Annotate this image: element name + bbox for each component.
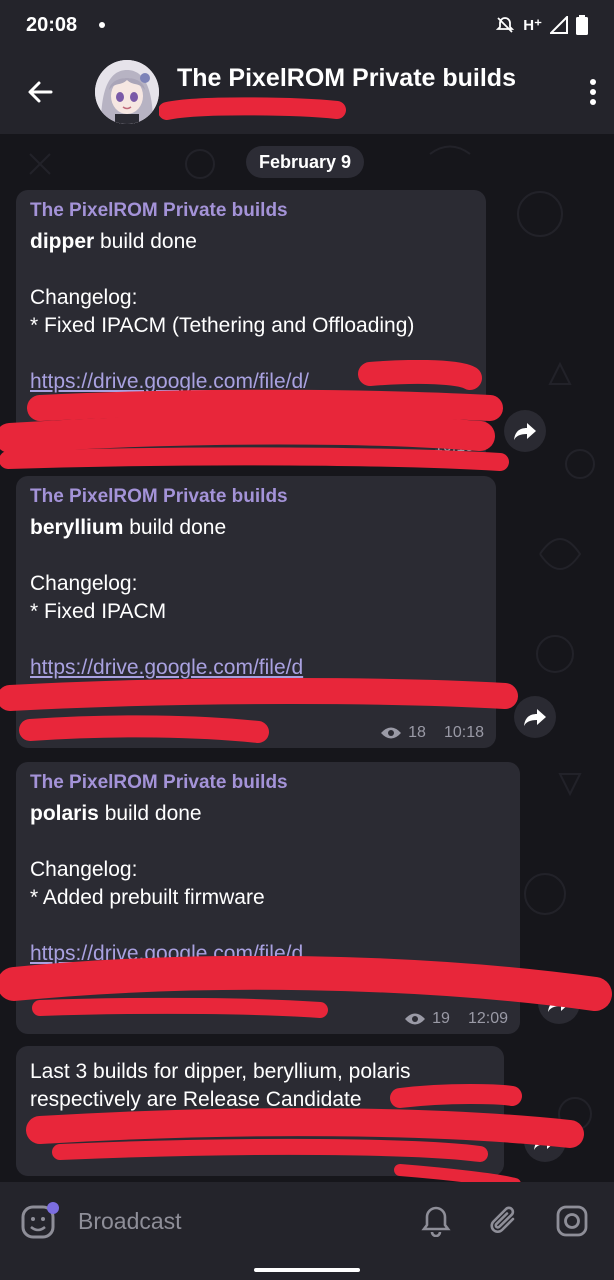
view-count: 18 xyxy=(408,724,426,741)
forward-button[interactable] xyxy=(538,982,580,1024)
signal-icon xyxy=(550,16,568,34)
message-title-rest: build done xyxy=(123,516,227,539)
message-title-line: beryllium build done xyxy=(30,514,482,542)
notification-dot xyxy=(99,22,106,28)
device-name: beryllium xyxy=(30,516,124,539)
home-handle[interactable] xyxy=(254,1268,360,1272)
changelog-label: Changelog: xyxy=(30,572,138,595)
bell-icon xyxy=(421,1206,451,1237)
dnd-off-icon xyxy=(496,17,515,33)
download-link[interactable]: https://drive.google.com/file/d xyxy=(30,654,482,682)
forward-button[interactable] xyxy=(524,1120,566,1162)
message-bubble[interactable]: The PixelROM Private builds polaris buil… xyxy=(16,762,520,1034)
message-title-rest: build done xyxy=(94,230,197,253)
attach-button[interactable] xyxy=(482,1199,526,1243)
message-bubble[interactable]: The PixelROM Private builds beryllium bu… xyxy=(16,476,496,748)
more-vert-icon xyxy=(590,79,596,105)
composer-bar: Broadcast xyxy=(0,1182,614,1260)
changelog-item: * Fixed IPACM xyxy=(30,600,167,623)
changelog-item: * Added prebuilt firmware xyxy=(30,886,265,909)
gesture-nav-bar xyxy=(0,1260,614,1280)
chat-header: The PixelROM Private builds xyxy=(0,50,614,134)
share-arrow-icon xyxy=(514,423,536,440)
device-name: dipper xyxy=(30,230,95,253)
changelog-label: Changelog: xyxy=(30,858,138,881)
arrow-left-icon xyxy=(28,81,53,103)
changelog-label: Changelog: xyxy=(30,286,138,309)
device-name: polaris xyxy=(30,802,99,825)
camera-button[interactable] xyxy=(550,1199,594,1243)
message-time: 12:09 xyxy=(467,1010,508,1027)
message-time: 10:18 xyxy=(443,724,484,741)
share-arrow-icon xyxy=(534,1133,556,1150)
share-arrow-icon xyxy=(524,709,546,726)
back-button[interactable] xyxy=(0,78,80,106)
sticker-icon xyxy=(21,1202,59,1239)
message-text-line: respectively are Release Candidate xyxy=(30,1088,362,1111)
message-title-rest: build done xyxy=(98,802,202,825)
broadcast-input[interactable]: Broadcast xyxy=(78,1208,390,1235)
message-title-line: dipper build done xyxy=(30,228,472,256)
anime-avatar-image xyxy=(95,60,159,124)
redaction-mark xyxy=(159,97,346,120)
date-separator: February 9 xyxy=(246,146,364,178)
download-link[interactable]: https://drive.google.com/file/d/ xyxy=(30,368,472,396)
forward-button[interactable] xyxy=(504,410,546,452)
message-time: 10:15 xyxy=(433,438,474,455)
message-title-line: polaris build done xyxy=(30,800,506,828)
download-link[interactable]: https://drive.google.com/file/d xyxy=(30,940,506,968)
message-sender[interactable]: The PixelROM Private builds xyxy=(30,772,506,794)
channel-avatar[interactable] xyxy=(95,60,159,124)
share-arrow-icon xyxy=(548,995,570,1012)
battery-icon xyxy=(576,15,588,35)
message-meta: 10:15 xyxy=(434,438,474,456)
channel-title: The PixelROM Private builds xyxy=(177,64,516,92)
status-bar: 20:08 H⁺ xyxy=(0,0,614,50)
status-icons: H⁺ xyxy=(495,15,588,35)
changelog-item: * Fixed IPACM (Tethering and Offloading) xyxy=(30,314,415,337)
paperclip-icon xyxy=(490,1206,515,1233)
view-count: 19 xyxy=(432,1010,450,1027)
sticker-button[interactable] xyxy=(20,1201,60,1241)
message-sender[interactable]: The PixelROM Private builds xyxy=(30,486,482,508)
overflow-menu-button[interactable] xyxy=(572,79,614,105)
header-title-block[interactable]: The PixelROM Private builds xyxy=(159,50,572,134)
message-text-line: Last 3 builds for dipper, beryllium, pol… xyxy=(30,1060,411,1083)
eye-icon xyxy=(381,727,402,739)
message-meta: 19 12:09 xyxy=(404,1010,508,1028)
message-meta: 18 10:18 xyxy=(380,724,484,742)
forward-button[interactable] xyxy=(514,696,556,738)
message-sender[interactable]: The PixelROM Private builds xyxy=(30,200,472,222)
network-type: H⁺ xyxy=(523,17,542,34)
message-bubble[interactable]: The PixelROM Private builds dipper build… xyxy=(16,190,486,462)
message-bubble[interactable]: Last 3 builds for dipper, beryllium, pol… xyxy=(16,1046,504,1176)
camera-icon xyxy=(556,1205,588,1237)
status-time: 20:08 xyxy=(26,13,78,36)
mute-toggle-button[interactable] xyxy=(414,1199,458,1243)
eye-icon xyxy=(405,1013,426,1025)
